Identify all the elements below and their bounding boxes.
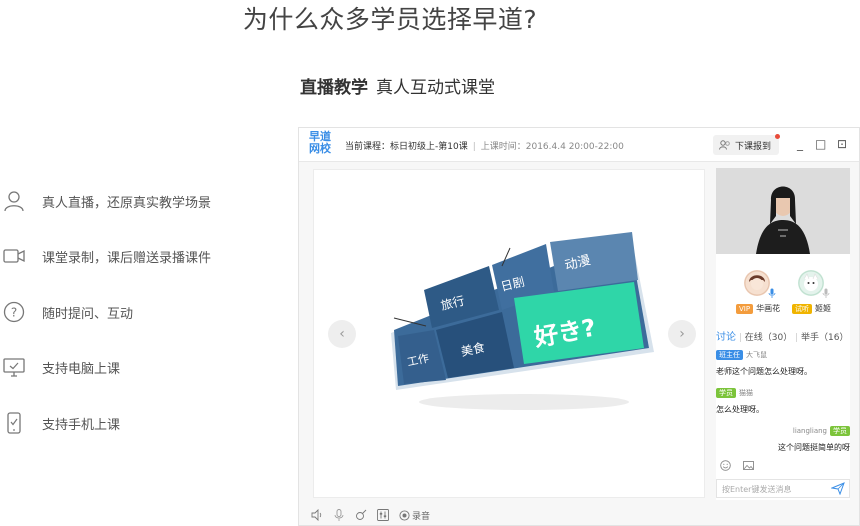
- side-panel: VIP 华画花 试听 姬姬 讨论 | 在线（30） | 举手（16） 班主任 大飞鼠 …: [716, 168, 850, 500]
- microphone-icon: [822, 288, 830, 298]
- notification-dot: [775, 134, 781, 139]
- student-badge: 学员: [716, 388, 736, 398]
- microphone-icon[interactable]: [334, 509, 344, 521]
- tab-raise-hand[interactable]: 举手（16）: [801, 333, 848, 343]
- tab-discussion[interactable]: 讨论: [716, 332, 736, 343]
- message-text: 怎么处理呀。: [716, 405, 764, 414]
- svg-text:?: ?: [11, 306, 17, 320]
- minimize-button[interactable]: _: [797, 138, 803, 150]
- section-subtitle: 直播教学 真人互动式课堂: [300, 73, 495, 98]
- prev-slide-button[interactable]: ‹: [328, 320, 356, 348]
- emoji-icon[interactable]: [720, 460, 731, 471]
- monitor-icon: [0, 353, 28, 381]
- vip-badge: VIP: [736, 303, 754, 314]
- subtitle-bold: 直播教学: [300, 78, 368, 98]
- fullscreen-button[interactable]: ⊡: [837, 138, 847, 150]
- participant-name: 华画花: [756, 304, 781, 313]
- feature-label: 真人直播，还原真实教学场景: [42, 195, 212, 211]
- feature-label: 支持电脑上课: [42, 361, 121, 377]
- record-icon: [399, 510, 410, 521]
- phone-icon: [0, 409, 28, 437]
- participant-label: 试听 姬姬: [792, 303, 831, 314]
- tab-online[interactable]: 在线（30）: [745, 333, 792, 343]
- chat-tools: [720, 460, 754, 474]
- chat-input[interactable]: 按Enter键发送消息: [716, 479, 850, 498]
- image-icon[interactable]: [742, 460, 754, 471]
- restore-button[interactable]: □: [815, 138, 826, 150]
- class-time: 上课时间：2016.4.4 20:00-22:00: [480, 142, 624, 152]
- teacher-video: [716, 168, 850, 254]
- record-button[interactable]: 录音: [399, 509, 430, 522]
- subtitle-text: 真人互动式课堂: [376, 78, 495, 98]
- participant-avatars: VIP 华画花 试听 姬姬: [716, 260, 850, 320]
- message-sender: 学员 猫猫: [716, 388, 753, 398]
- classroom-app-window: 早道 网校 当前课程：标日初级上-第10课 | 上课时间：2016.4.4 20:0…: [298, 127, 860, 526]
- course-info: 当前课程：标日初级上-第10课 | 上课时间：2016.4.4 20:00-22:0…: [345, 142, 624, 152]
- question-icon: ?: [0, 298, 28, 326]
- feature-label: 课堂录制，课后赠送录播课件: [42, 250, 212, 266]
- feature-label: 支持手机上课: [42, 417, 121, 433]
- feature-item-live: 真人直播，还原真实教学场景: [0, 186, 211, 216]
- message-sender: 班主任 大飞鼠: [716, 350, 767, 360]
- course-label: 当前课程：标日初级上-第10课: [345, 142, 468, 152]
- pen-icon[interactable]: [355, 509, 367, 521]
- microphone-icon: [768, 288, 776, 298]
- app-logo: 早道 网校: [309, 130, 331, 155]
- app-titlebar: 早道 网校 当前课程：标日初级上-第10课 | 上课时间：2016.4.4 20:0…: [299, 128, 859, 162]
- users-icon: [719, 140, 730, 150]
- feature-item-record: 课堂录制，课后赠送录播课件: [0, 241, 211, 271]
- send-icon[interactable]: [831, 482, 845, 495]
- teacher-badge: 班主任: [716, 350, 743, 360]
- feature-item-question: ? 随时提问、互动: [0, 297, 133, 327]
- feature-label: 随时提问、互动: [42, 306, 134, 322]
- participant-label: VIP 华画花: [736, 303, 780, 314]
- feature-item-pc: 支持电脑上课: [0, 352, 120, 382]
- chat-input-placeholder: 按Enter键发送消息: [722, 485, 792, 494]
- message-text: 这个问题挺简单的呀: [778, 443, 850, 452]
- slide-image: 旅行 日剧 动漫 工作 美食 好き?: [391, 232, 654, 410]
- person-icon: [0, 187, 28, 215]
- feature-item-mobile: 支持手机上课: [0, 408, 120, 438]
- next-slide-button[interactable]: ›: [668, 320, 696, 348]
- settings-icon[interactable]: [377, 509, 389, 521]
- video-camera-icon: [0, 242, 28, 270]
- page-headline: 为什么众多学员选择早道?: [242, 5, 538, 34]
- teacher-video-feed: [716, 168, 850, 254]
- participant-name: 姬姬: [815, 304, 831, 313]
- bottom-toolbar: 录音: [299, 504, 859, 526]
- message-sender: liangliang 学员: [793, 426, 850, 436]
- student-badge: 学员: [830, 426, 850, 436]
- chat-tabs: 讨论 | 在线（30） | 举手（16）: [716, 332, 849, 343]
- trial-badge: 试听: [792, 303, 812, 314]
- avatar[interactable]: [798, 270, 824, 296]
- avatar[interactable]: [744, 270, 770, 296]
- checkout-report-button[interactable]: 下课报到: [713, 134, 781, 155]
- speaker-icon[interactable]: [311, 509, 323, 521]
- slide-stage: 旅行 日剧 动漫 工作 美食 好き? ‹ ›: [313, 169, 705, 498]
- message-text: 老师这个问题怎么处理呀。: [716, 367, 812, 376]
